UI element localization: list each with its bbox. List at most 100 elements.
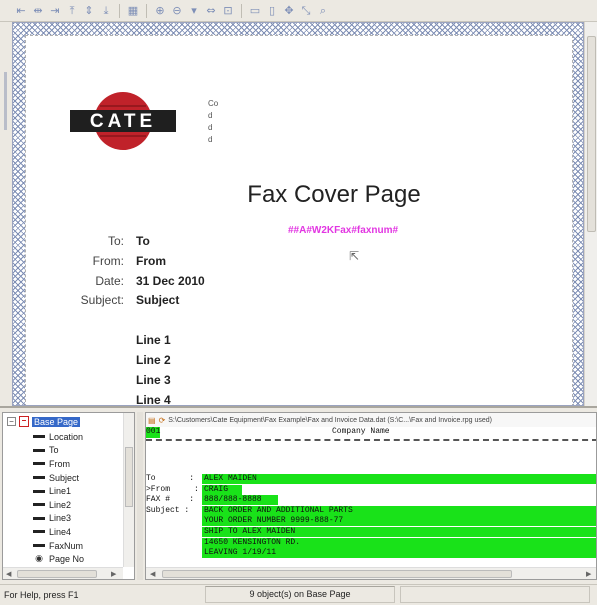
data-field-value[interactable]: LEAVING 1/19/11 xyxy=(202,548,596,559)
status-help-text: For Help, press F1 xyxy=(4,590,79,600)
tree-item-label: FaxNum xyxy=(49,540,84,551)
line-1-field[interactable]: Line 1 xyxy=(136,333,171,347)
collapse-icon[interactable]: − xyxy=(7,417,16,426)
tree-vertical-scrollbar[interactable] xyxy=(123,413,134,567)
text-field-icon xyxy=(33,476,45,480)
to-field[interactable]: To xyxy=(136,234,150,248)
zoom-in-icon[interactable]: ⊕ xyxy=(153,4,167,18)
status-right-pane xyxy=(400,586,590,603)
data-preview-panel[interactable]: ▤ ⟳ S:\Customers\Cate Equipment\Fax Exam… xyxy=(145,412,597,580)
grid-icon[interactable]: ▦ xyxy=(126,4,140,18)
data-field-value[interactable]: BACK ORDER AND ADDITIONAL PARTS xyxy=(202,505,596,516)
data-field-label: >From : xyxy=(146,484,199,494)
page-icon xyxy=(19,416,29,427)
move-icon[interactable]: ✥ xyxy=(282,4,296,18)
text-field-icon xyxy=(33,503,45,507)
tree-item[interactable]: Location xyxy=(33,430,84,444)
record-tag[interactable]: 001 xyxy=(146,427,160,438)
scroll-thumb[interactable] xyxy=(17,570,97,578)
tree-item[interactable]: Subject xyxy=(33,471,84,485)
data-field-value[interactable]: SHIP TO ALEX MAIDEN xyxy=(202,527,596,537)
scroll-thumb[interactable] xyxy=(587,36,596,232)
tree-item[interactable]: Line1 xyxy=(33,484,84,498)
splitter[interactable] xyxy=(137,412,143,580)
status-bar: For Help, press F1 9 object(s) on Base P… xyxy=(0,584,597,605)
fit-page-icon[interactable]: ⊡ xyxy=(221,4,235,18)
scroll-left-arrow-icon[interactable]: ◀ xyxy=(6,570,11,578)
tree-item-label: Subject xyxy=(49,472,80,483)
data-file-path: S:\Customers\Cate Equipment\Fax Example\… xyxy=(168,416,492,424)
data-file-header: ▤ ⟳ S:\Customers\Cate Equipment\Fax Exam… xyxy=(146,413,596,427)
fax-number-field[interactable]: ##A#W2KFax#faxnum# xyxy=(288,225,398,236)
scroll-left-arrow-icon[interactable]: ◀ xyxy=(150,570,155,578)
zoom-dropdown-icon[interactable]: ▾ xyxy=(187,4,201,18)
scroll-thumb[interactable] xyxy=(125,447,133,507)
subject-label[interactable]: Subject: xyxy=(32,293,124,307)
scroll-right-arrow-icon[interactable]: ▶ xyxy=(111,570,116,578)
tree-item[interactable]: ◉ Page No xyxy=(33,552,84,566)
tree-item[interactable]: From xyxy=(33,457,84,471)
to-label[interactable]: To: xyxy=(32,234,124,248)
company-name-text[interactable]: Company Name xyxy=(332,427,390,436)
subject-field[interactable]: Subject xyxy=(136,293,179,307)
line-4-field[interactable]: Line 4 xyxy=(136,393,171,405)
date-field[interactable]: 31 Dec 2010 xyxy=(136,274,205,288)
tree-item[interactable]: Line2 xyxy=(33,498,84,512)
tree-item-label: Location xyxy=(49,431,84,442)
tree-item-label: To xyxy=(49,445,59,456)
tree-root-label[interactable]: Base Page xyxy=(32,416,81,427)
toolbar-separator xyxy=(146,3,147,18)
data-horizontal-scrollbar[interactable]: ◀ ▶ xyxy=(146,567,596,579)
refresh-icon[interactable]: ⟳ xyxy=(159,416,166,425)
toolbar-separator xyxy=(241,3,242,18)
page-number-icon: ◉ xyxy=(35,554,43,565)
align-middle-icon[interactable]: ⇕ xyxy=(82,4,96,18)
same-height-icon[interactable]: ▯ xyxy=(265,4,279,18)
page-canvas[interactable]: CATE Co d d d Fax Cover Page ##A#W2KFax#… xyxy=(25,35,573,405)
tree-item[interactable]: Line3 xyxy=(33,512,84,526)
line-2-field[interactable]: Line 2 xyxy=(136,353,171,367)
text-field-icon xyxy=(33,530,45,534)
cate-logo[interactable]: CATE xyxy=(68,84,178,158)
align-left-icon[interactable]: ⇤ xyxy=(14,4,28,18)
align-right-icon[interactable]: ⇥ xyxy=(48,4,62,18)
from-field[interactable]: From xyxy=(136,254,166,268)
scroll-right-arrow-icon[interactable]: ▶ xyxy=(586,570,591,578)
text-field-icon xyxy=(33,435,45,439)
text-field-icon xyxy=(33,516,45,520)
data-field-value[interactable]: 14650 KENSINGTON RD. xyxy=(202,537,596,548)
from-label[interactable]: From: xyxy=(32,254,124,268)
data-field-value[interactable]: ALEX MAIDEN xyxy=(202,474,596,484)
left-gutter xyxy=(0,22,12,406)
cate-logo-graphic: CATE xyxy=(70,92,176,150)
zoom-out-icon[interactable]: ⊖ xyxy=(170,4,184,18)
same-width-icon[interactable]: ▭ xyxy=(248,4,262,18)
fit-width-icon[interactable]: ⇔ xyxy=(204,4,218,18)
object-tree[interactable]: − Base Page Location To From Subject Line1 Li… xyxy=(2,412,135,580)
align-bottom-icon[interactable]: ⤓ xyxy=(99,4,113,18)
data-field-value[interactable]: 888/888-8888 xyxy=(202,495,278,506)
align-center-icon[interactable]: ⇹ xyxy=(31,4,45,18)
scroll-thumb[interactable] xyxy=(162,570,512,578)
tree-root-node[interactable]: − Base Page xyxy=(7,415,81,428)
tree-item[interactable]: Line4 xyxy=(33,525,84,539)
tree-item[interactable]: To xyxy=(33,444,84,458)
line-3-field[interactable]: Line 3 xyxy=(136,373,171,387)
align-top-icon[interactable]: ⤒ xyxy=(65,4,79,18)
data-field-value[interactable]: YOUR ORDER NUMBER 9999-888-77 xyxy=(202,516,596,527)
data-field-value[interactable]: CRAIG xyxy=(202,484,242,495)
find-icon[interactable]: ⌕ xyxy=(316,4,330,18)
resize-icon[interactable]: ⤡ xyxy=(299,4,313,18)
tree-item-label: Line1 xyxy=(49,486,72,497)
company-text-field[interactable]: Co d d d xyxy=(208,98,224,146)
design-vertical-scrollbar[interactable] xyxy=(584,22,597,406)
tree-item[interactable]: FaxNum xyxy=(33,539,84,553)
date-label[interactable]: Date: xyxy=(32,274,124,288)
design-area[interactable]: CATE Co d d d Fax Cover Page ##A#W2KFax#… xyxy=(12,22,584,406)
text-field-icon xyxy=(33,489,45,493)
tree-horizontal-scrollbar[interactable]: ◀ ▶ xyxy=(3,567,123,579)
status-object-count: 9 object(s) on Base Page xyxy=(205,586,395,603)
data-file-icon[interactable]: ▤ xyxy=(148,416,156,425)
page-title[interactable]: Fax Cover Page xyxy=(184,181,484,209)
tree-item-label: From xyxy=(49,458,70,469)
